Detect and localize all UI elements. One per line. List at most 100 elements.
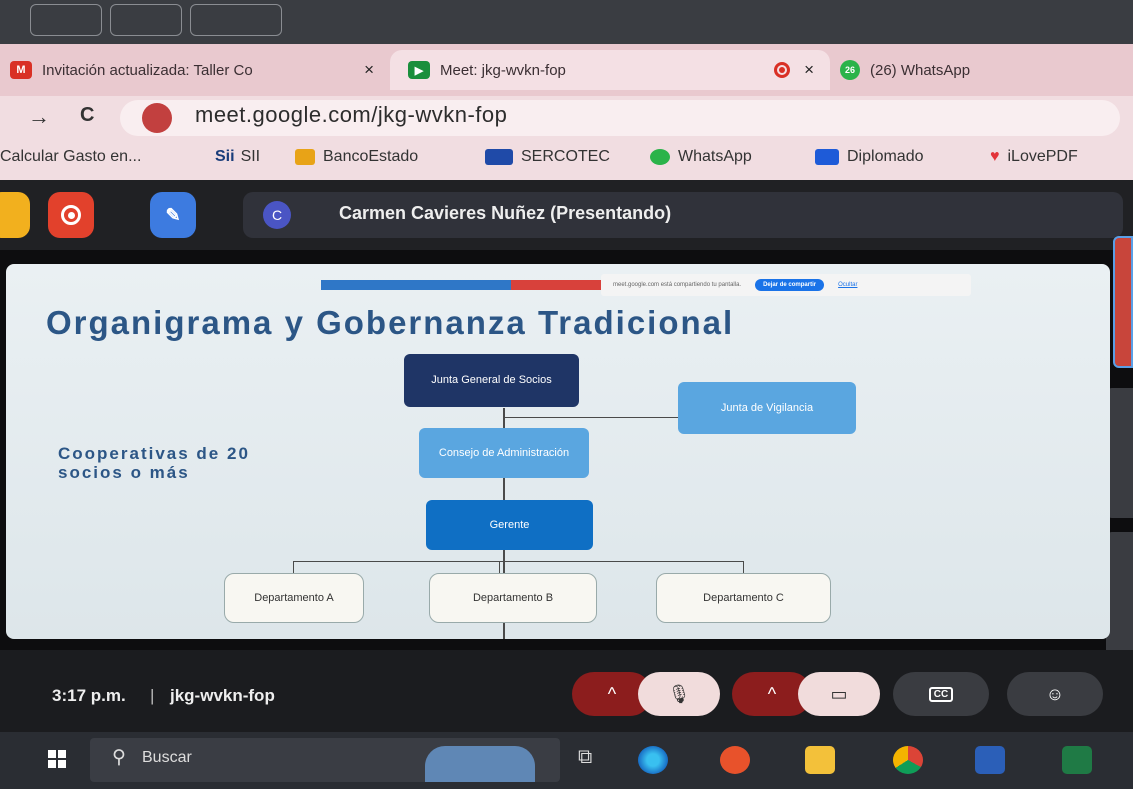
- chevron-up-icon: ^: [607, 683, 617, 704]
- windows-start-icon[interactable]: [48, 750, 66, 768]
- subtitle-line: socios o más: [58, 463, 190, 482]
- bookmark-label: BancoEstado: [323, 148, 419, 165]
- windows-taskbar: ⚲ Buscar ⧉: [0, 732, 1133, 789]
- top-laptop-strip: [0, 0, 1133, 44]
- meet-icon: ▶: [408, 61, 430, 79]
- bancoestado-icon: [295, 149, 315, 165]
- org-box-departamento-b: Departamento B: [429, 573, 597, 623]
- sercotec-icon: [485, 149, 513, 165]
- captions-icon: CC: [928, 686, 954, 702]
- org-box-junta-general: Junta General de Socios: [404, 354, 579, 407]
- taskbar-search-box[interactable]: ⚲ Buscar: [90, 738, 560, 782]
- presenter-banner: C Carmen Cavieres Nuñez (Presentando): [243, 192, 1123, 238]
- excel-icon[interactable]: [1062, 746, 1092, 774]
- org-box-junta-vigilancia: Junta de Vigilancia: [678, 382, 856, 434]
- search-placeholder: Buscar: [142, 749, 192, 766]
- bookmark-ilovepdf[interactable]: ♥ iLovePDF: [990, 148, 1078, 166]
- tab-meet[interactable]: ▶ Meet: jkg-wvkn-fop ×: [390, 50, 830, 90]
- task-view-icon[interactable]: ⧉: [578, 746, 592, 769]
- org-connector: [503, 417, 678, 418]
- bookmark-diplomado[interactable]: Diplomado: [815, 148, 923, 166]
- slide-subtitle: Cooperativas de 20 socios o más: [58, 444, 250, 482]
- meeting-code: jkg-wvkn-fop: [170, 686, 275, 705]
- back-arrow-icon[interactable]: →: [28, 104, 50, 130]
- presenter-label: Carmen Cavieres Nuñez (Presentando): [339, 203, 672, 223]
- tab-gmail-invitation[interactable]: M Invitación actualizada: Taller Co ×: [10, 50, 390, 90]
- bookmark-label: Diplomado: [847, 148, 924, 165]
- slide-accent-bar: [511, 280, 601, 290]
- separator: |: [150, 686, 155, 705]
- org-connector: [293, 561, 294, 573]
- microphone-permission-icon[interactable]: [142, 103, 172, 133]
- whatsapp-icon: [650, 149, 670, 165]
- tab-whatsapp[interactable]: 26 (26) WhatsApp: [840, 50, 1130, 90]
- bookmark-whatsapp[interactable]: WhatsApp: [650, 148, 752, 166]
- meet-top-bar: ✎ C Carmen Cavieres Nuñez (Presentando): [0, 180, 1133, 250]
- chrome-icon[interactable]: [893, 746, 923, 774]
- camera-off-icon: ▭: [830, 683, 848, 704]
- slide-title: Organigrama y Gobernanza Tradicional: [46, 304, 735, 341]
- annotate-icon[interactable]: ✎: [150, 192, 196, 238]
- word-icon[interactable]: [975, 746, 1005, 774]
- bookmark-label: SII: [240, 148, 261, 165]
- bookmarks-bar: Calcular Gasto en... Sii SII BancoEstado…: [0, 140, 1133, 181]
- close-icon[interactable]: ×: [804, 60, 814, 80]
- browser-tab-bar: M Invitación actualizada: Taller Co × ▶ …: [0, 44, 1133, 96]
- slide-accent-bar: [321, 280, 511, 290]
- presentation-slide: meet.google.com está compartiendo tu pan…: [6, 264, 1110, 639]
- participant-tile[interactable]: [1106, 388, 1133, 518]
- recording-icon: [774, 62, 791, 78]
- bookmark-label: WhatsApp: [678, 148, 752, 165]
- edge-icon[interactable]: [638, 746, 668, 774]
- mic-off-icon: 🎙: [667, 683, 691, 704]
- bookmark-calcular-gasto[interactable]: Calcular Gasto en...: [0, 148, 141, 166]
- file-explorer-icon[interactable]: [805, 746, 835, 774]
- stop-sharing-button[interactable]: Dejar de compartir: [755, 279, 825, 291]
- org-connector: [499, 561, 500, 573]
- org-box-departamento-a: Departamento A: [224, 573, 364, 623]
- participant-tile[interactable]: [1113, 236, 1133, 368]
- decor-shape: [110, 4, 182, 36]
- pin-icon[interactable]: [0, 192, 30, 238]
- subtitle-line: Cooperativas de 20: [58, 444, 250, 463]
- tab-label: Meet: jkg-wvkn-fop: [440, 61, 566, 79]
- whatsapp-icon: 26: [840, 60, 860, 80]
- tab-label: Invitación actualizada: Taller Co: [42, 61, 253, 79]
- mic-toggle-button[interactable]: 🎙: [638, 672, 720, 716]
- org-box-departamento-c: Departamento C: [656, 573, 831, 623]
- camera-toggle-button[interactable]: ▭: [798, 672, 880, 716]
- tab-label: (26) WhatsApp: [870, 61, 971, 79]
- search-icon: ⚲: [112, 747, 126, 768]
- powerpoint-icon[interactable]: [720, 746, 750, 774]
- bookmark-sercotec[interactable]: SERCOTEC: [485, 148, 610, 166]
- sii-logo-icon: Sii: [215, 148, 235, 165]
- captions-button[interactable]: CC: [893, 672, 989, 716]
- address-bar-row: → C meet.google.com/jkg-wvkn-fop: [0, 96, 1133, 140]
- reactions-button[interactable]: ☺: [1007, 672, 1103, 716]
- close-icon[interactable]: ×: [364, 60, 374, 80]
- decor-shape: [190, 4, 282, 36]
- record-icon: [61, 205, 81, 225]
- bookmark-label: SERCOTEC: [521, 148, 610, 165]
- diplomado-icon: [815, 149, 839, 165]
- bookmark-label: Calcular Gasto en...: [0, 148, 142, 165]
- bookmark-sii[interactable]: Sii SII: [215, 148, 260, 166]
- screen-share-notice: meet.google.com está compartiendo tu pan…: [601, 274, 971, 296]
- bookmark-bancoestado[interactable]: BancoEstado: [295, 148, 418, 166]
- org-box-gerente: Gerente: [426, 500, 593, 550]
- record-button[interactable]: [48, 192, 94, 238]
- reload-icon[interactable]: C: [80, 104, 94, 127]
- decor-shape: [30, 4, 102, 36]
- chevron-up-icon: ^: [767, 683, 777, 704]
- url-text[interactable]: meet.google.com/jkg-wvkn-fop: [195, 102, 507, 128]
- participant-tile[interactable]: [1106, 532, 1133, 662]
- presenter-avatar: C: [263, 201, 291, 229]
- share-notice-text: meet.google.com está compartiendo tu pan…: [613, 282, 742, 288]
- org-connector: [293, 561, 743, 562]
- gmail-icon: M: [10, 61, 32, 79]
- meet-bottom-bar: 3:17 p.m. | jkg-wvkn-fop ^ 🎙 ^ ▭ CC ☺: [0, 650, 1133, 732]
- heart-icon: ♥: [990, 148, 1000, 165]
- org-connector: [743, 561, 744, 573]
- org-box-consejo: Consejo de Administración: [419, 428, 589, 478]
- hide-link[interactable]: Ocultar: [838, 282, 857, 288]
